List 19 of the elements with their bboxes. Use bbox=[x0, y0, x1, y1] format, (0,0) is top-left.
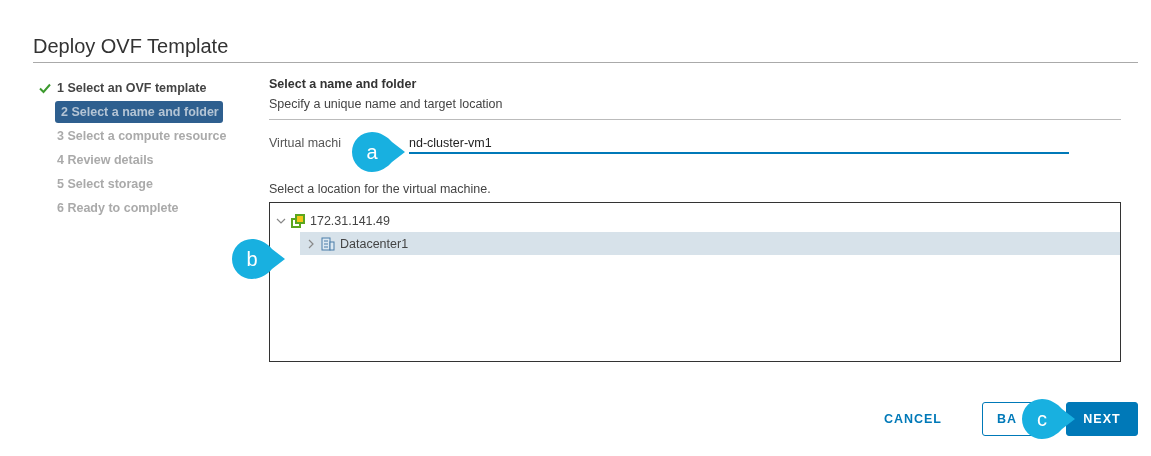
field-label: Virtual machi bbox=[269, 136, 342, 152]
next-button[interactable]: NEXT bbox=[1066, 402, 1138, 436]
wizard-step[interactable]: 2 Select a name and folder bbox=[55, 101, 223, 123]
tree-node[interactable]: 172.31.141.49 bbox=[270, 209, 1120, 232]
location-label: Select a location for the virtual machine. bbox=[269, 182, 492, 196]
cancel-button[interactable]: CANCEL bbox=[869, 402, 956, 436]
callout-tooltip: c bbox=[1020, 396, 1076, 442]
wizard-step[interactable]: 1 Select an OVF template bbox=[39, 77, 211, 99]
building-icon bbox=[321, 236, 335, 251]
window-title: Deploy OVF Template bbox=[33, 34, 230, 58]
check-icon bbox=[39, 82, 51, 94]
callout-tooltip: a bbox=[350, 129, 406, 175]
callout-tooltip: b bbox=[230, 236, 286, 282]
tree-node[interactable]: Datacenter1 bbox=[300, 232, 1120, 255]
section-title: Select a name and folder bbox=[269, 77, 418, 91]
section-subtitle: Specify a unique name and target location bbox=[269, 97, 504, 111]
chevron-right-icon[interactable] bbox=[306, 238, 316, 249]
wizard-step[interactable]: 4 Review details bbox=[39, 149, 158, 171]
host-icon bbox=[291, 213, 305, 228]
